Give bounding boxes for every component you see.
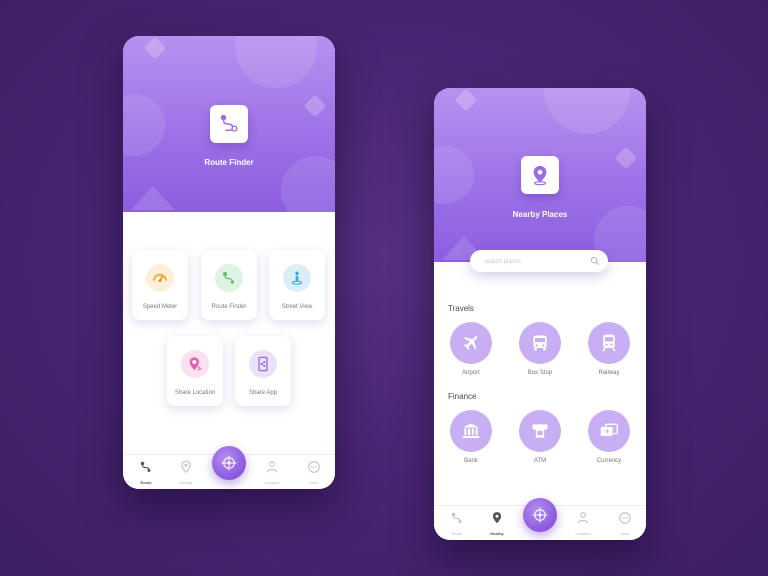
route-icon <box>451 512 462 523</box>
share-app-icon <box>249 350 277 378</box>
place-label: ATM <box>533 458 547 464</box>
nav-item-route[interactable]: Route <box>131 460 161 485</box>
search-bar <box>470 250 608 272</box>
place-button-bank[interactable] <box>450 410 492 452</box>
section-title-finance: Finance <box>448 392 477 401</box>
decor-bubble <box>235 36 317 88</box>
route-header: Route Finder <box>123 36 335 212</box>
feature-card-speed-meter[interactable]: Speed Meter <box>132 250 188 320</box>
bus-icon <box>533 335 547 351</box>
place-button-bus-stop[interactable] <box>519 322 561 364</box>
nav-label: Route <box>140 480 152 485</box>
route-finder-logo <box>210 105 248 143</box>
place-button-atm[interactable] <box>519 410 561 452</box>
nearby-places-screen: Nearby Places Travels Airport Bus Stop R… <box>434 88 646 540</box>
speedometer-icon <box>146 264 174 292</box>
nav-item-location[interactable]: Location <box>257 460 287 485</box>
compass-fab-button[interactable] <box>523 498 557 532</box>
page-title: Route Finder <box>204 158 254 167</box>
nav-item-location[interactable]: Location <box>568 511 598 536</box>
section-title-travels: Travels <box>448 304 474 313</box>
search-icon[interactable] <box>590 256 600 266</box>
place-label: Bus Stop <box>527 370 553 376</box>
nearby-places-logo <box>521 156 559 194</box>
nav-label: Route <box>451 531 463 536</box>
route-finder-screen: Route Finder Speed Meter Route Finder St… <box>123 36 335 489</box>
map-pin-icon <box>492 512 502 524</box>
nav-item-route[interactable]: Route <box>442 511 472 536</box>
nav-item-more[interactable]: More <box>299 460 329 485</box>
decor-diamond <box>303 94 327 118</box>
place-button-currency[interactable] <box>588 410 630 452</box>
atm-icon <box>532 424 548 438</box>
feature-label: Share Location <box>174 390 216 396</box>
compass-icon <box>532 507 548 523</box>
route-icon <box>215 264 243 292</box>
route-icon <box>220 114 238 132</box>
decor-bubble <box>434 146 474 204</box>
more-icon <box>308 461 320 473</box>
decor-diamond <box>454 88 478 112</box>
location-pin-icon <box>533 165 547 186</box>
airplane-icon <box>463 336 478 351</box>
place-button-airport[interactable] <box>450 322 492 364</box>
decor-diamond <box>614 146 638 170</box>
street-view-icon <box>283 264 311 292</box>
feature-label: Route Finder <box>211 304 247 310</box>
feature-label: Speed Meter <box>142 304 178 310</box>
place-button-railway[interactable] <box>588 322 630 364</box>
nav-label: Location <box>575 531 591 536</box>
nav-label: Nearby <box>179 480 193 485</box>
decor-diamond <box>143 36 167 60</box>
person-icon <box>577 512 589 524</box>
nav-item-more[interactable]: More <box>610 511 640 536</box>
route-icon <box>140 461 151 472</box>
map-pin-icon <box>181 460 191 474</box>
feature-label: Share App <box>248 390 278 396</box>
place-label: Bank <box>464 458 478 464</box>
compass-fab-button[interactable] <box>212 446 246 480</box>
decor-triangle <box>131 186 175 210</box>
nearby-header: Nearby Places <box>434 88 646 262</box>
decor-bubble <box>123 94 165 156</box>
place-label: Railway <box>598 370 620 376</box>
more-icon <box>619 512 631 524</box>
nav-label: More <box>620 531 630 536</box>
person-icon <box>266 461 278 473</box>
nav-label: More <box>309 480 319 485</box>
feature-card-share-location[interactable]: Share Location <box>167 336 223 406</box>
location-pin-icon <box>181 350 209 378</box>
feature-label: Street View <box>281 304 313 310</box>
bank-icon <box>462 423 480 439</box>
page-title: Nearby Places <box>512 210 568 219</box>
nav-item-nearby[interactable]: Nearby <box>482 511 512 536</box>
currency-icon <box>600 423 618 436</box>
train-icon <box>602 334 616 352</box>
nav-item-nearby[interactable]: Nearby <box>171 460 201 485</box>
nav-label: Nearby <box>490 531 504 536</box>
place-label: Currency <box>596 458 622 464</box>
search-input[interactable] <box>482 254 590 270</box>
feature-card-share-app[interactable]: Share App <box>235 336 291 406</box>
decor-bubble <box>544 88 630 134</box>
feature-card-street-view[interactable]: Street View <box>269 250 325 320</box>
compass-icon <box>221 455 237 471</box>
nav-label: Location <box>264 480 280 485</box>
place-label: Airport <box>462 370 480 376</box>
feature-card-route-finder[interactable]: Route Finder <box>201 250 257 320</box>
